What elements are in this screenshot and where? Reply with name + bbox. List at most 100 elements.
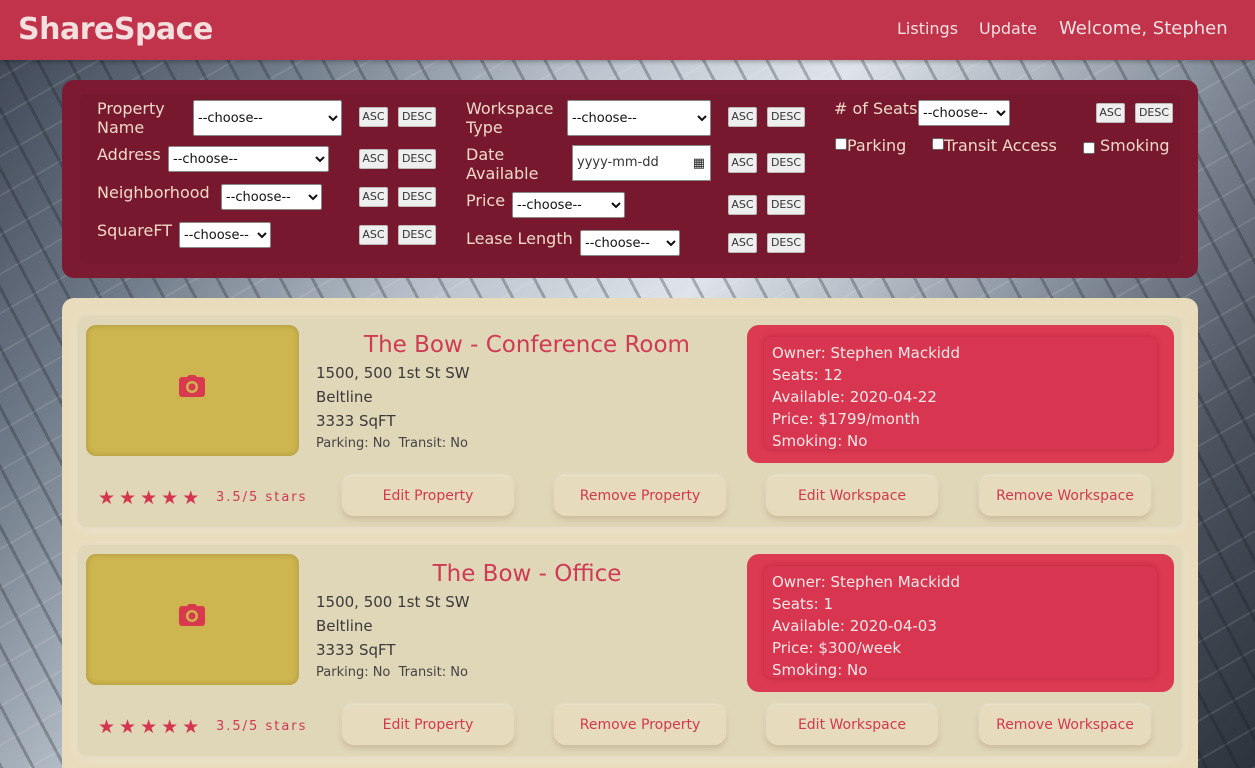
transit-access-checkbox[interactable] <box>932 138 944 150</box>
seats-desc-button[interactable]: DESC <box>1135 103 1173 123</box>
listing-available: Available: 2020-04-22 <box>772 388 937 406</box>
workspace-type-label: Workspace Type <box>466 99 553 137</box>
date-available-label: Date Available <box>466 145 538 183</box>
camera-icon <box>179 375 205 397</box>
star-icon: ★ <box>161 487 183 509</box>
seats-asc-button[interactable]: ASC <box>1096 103 1125 123</box>
filter-panel: Property Name --choose-- ASC DESC Addres… <box>62 80 1198 278</box>
listing-amenities: Parking: No Transit: No <box>316 436 468 451</box>
neighborhood-desc-button[interactable]: DESC <box>398 187 436 207</box>
listing-card: The Bow - Conference Room 1500, 500 1st … <box>78 316 1182 527</box>
listing-seats: Seats: 1 <box>772 595 834 613</box>
property-name-label-line1: Property <box>97 99 165 118</box>
smoking-label: Smoking <box>1100 136 1170 155</box>
squareft-desc-button[interactable]: DESC <box>398 225 436 245</box>
lease-length-label: Lease Length <box>466 229 573 248</box>
edit-workspace-button[interactable]: Edit Workspace <box>766 705 938 745</box>
workspace-type-select[interactable]: --choose-- <box>567 100 711 136</box>
lease-length-select[interactable]: --choose-- <box>580 230 680 256</box>
transit-access-label: Transit Access <box>944 136 1057 155</box>
parking-label: Parking <box>847 136 907 155</box>
listing-available: Available: 2020-04-03 <box>772 617 937 635</box>
price-desc-button[interactable]: DESC <box>767 195 805 215</box>
calendar-icon[interactable]: ▦ <box>693 156 705 171</box>
listing-amenities: Parking: No Transit: No <box>316 665 468 680</box>
listing-address: 1500, 500 1st St SW <box>316 364 470 382</box>
neighborhood-asc-button[interactable]: ASC <box>359 187 388 207</box>
listing-neighborhood: Beltline <box>316 388 373 406</box>
listing-owner: Owner: Stephen Mackidd <box>772 573 960 591</box>
address-select[interactable]: --choose-- <box>168 146 329 172</box>
property-name-desc-button[interactable]: DESC <box>398 107 436 127</box>
workspace-type-label-line2: Type <box>466 118 503 137</box>
listing-thumbnail <box>86 325 299 456</box>
parking-checkbox[interactable] <box>835 138 847 150</box>
smoking-checkbox[interactable] <box>1083 142 1095 154</box>
address-label: Address <box>97 145 161 164</box>
listing-price: Price: $300/week <box>772 639 902 657</box>
brand-logo[interactable]: ShareSpace <box>18 12 213 47</box>
date-available-input[interactable]: yyyy-mm-dd ▦ <box>572 145 711 181</box>
rating-text: 3.5/5 stars <box>216 490 308 505</box>
property-name-asc-button[interactable]: ASC <box>359 107 388 127</box>
star-rating: ★★★★★ <box>98 487 203 509</box>
edit-property-button[interactable]: Edit Property <box>342 476 514 516</box>
squareft-asc-button[interactable]: ASC <box>359 225 388 245</box>
star-icon: ★ <box>98 716 120 738</box>
remove-property-button[interactable]: Remove Property <box>554 705 726 745</box>
nav-link-update[interactable]: Update <box>979 19 1037 38</box>
date-placeholder: yyyy-mm-dd <box>577 155 659 170</box>
edit-property-button[interactable]: Edit Property <box>342 705 514 745</box>
listing-title: The Bow - Office <box>432 561 622 587</box>
star-icon: ★ <box>140 716 162 738</box>
workspace-type-asc-button[interactable]: ASC <box>728 107 757 127</box>
listing-title: The Bow - Conference Room <box>364 332 690 358</box>
star-icon: ★ <box>98 487 120 509</box>
date-available-desc-button[interactable]: DESC <box>767 153 805 173</box>
remove-workspace-button[interactable]: Remove Workspace <box>979 705 1151 745</box>
date-available-label-line1: Date <box>466 145 505 164</box>
listing-thumbnail <box>86 554 299 685</box>
listings-container: The Bow - Conference Room 1500, 500 1st … <box>62 298 1198 768</box>
property-name-label: Property Name <box>97 99 165 137</box>
remove-property-button[interactable]: Remove Property <box>554 476 726 516</box>
date-available-label-line2: Available <box>466 164 539 183</box>
neighborhood-select[interactable]: --choose-- <box>221 184 322 210</box>
welcome-text: Welcome, Stephen <box>1059 18 1228 39</box>
listing-size: 3333 SqFT <box>316 412 396 430</box>
listing-info-inner: Owner: Stephen Mackidd Seats: 12 Availab… <box>764 337 1157 450</box>
listing-info-inner: Owner: Stephen Mackidd Seats: 1 Availabl… <box>764 566 1157 679</box>
address-desc-button[interactable]: DESC <box>398 149 436 169</box>
listing-price: Price: $1799/month <box>772 410 920 428</box>
star-icon: ★ <box>161 716 183 738</box>
listing-neighborhood: Beltline <box>316 617 373 635</box>
workspace-type-desc-button[interactable]: DESC <box>767 107 805 127</box>
workspace-type-label-line1: Workspace <box>466 99 554 118</box>
price-asc-button[interactable]: ASC <box>728 195 757 215</box>
neighborhood-label: Neighborhood <box>97 183 210 202</box>
squareft-select[interactable]: --choose-- <box>179 222 271 248</box>
listing-card: The Bow - Office 1500, 500 1st St SW Bel… <box>78 545 1182 756</box>
seats-select[interactable]: --choose-- <box>918 100 1010 126</box>
price-select[interactable]: --choose-- <box>512 192 625 218</box>
camera-icon <box>179 604 205 626</box>
listing-size: 3333 SqFT <box>316 641 396 659</box>
property-name-select[interactable]: --choose-- <box>193 100 342 136</box>
listing-smoking: Smoking: No <box>772 661 868 679</box>
star-rating: ★★★★★ <box>98 716 203 738</box>
listing-seats: Seats: 12 <box>772 366 843 384</box>
lease-length-asc-button[interactable]: ASC <box>728 233 757 253</box>
star-icon: ★ <box>182 716 204 738</box>
edit-workspace-button[interactable]: Edit Workspace <box>766 476 938 516</box>
listing-info-panel: Owner: Stephen Mackidd Seats: 12 Availab… <box>747 325 1174 463</box>
lease-length-desc-button[interactable]: DESC <box>767 233 805 253</box>
listing-smoking: Smoking: No <box>772 432 868 450</box>
listing-info-panel: Owner: Stephen Mackidd Seats: 1 Availabl… <box>747 554 1174 692</box>
listing-address: 1500, 500 1st St SW <box>316 593 470 611</box>
star-icon: ★ <box>182 487 204 509</box>
nav-link-listings[interactable]: Listings <box>897 19 958 38</box>
date-available-asc-button[interactable]: ASC <box>728 153 757 173</box>
star-icon: ★ <box>119 716 141 738</box>
address-asc-button[interactable]: ASC <box>359 149 388 169</box>
remove-workspace-button[interactable]: Remove Workspace <box>979 476 1151 516</box>
